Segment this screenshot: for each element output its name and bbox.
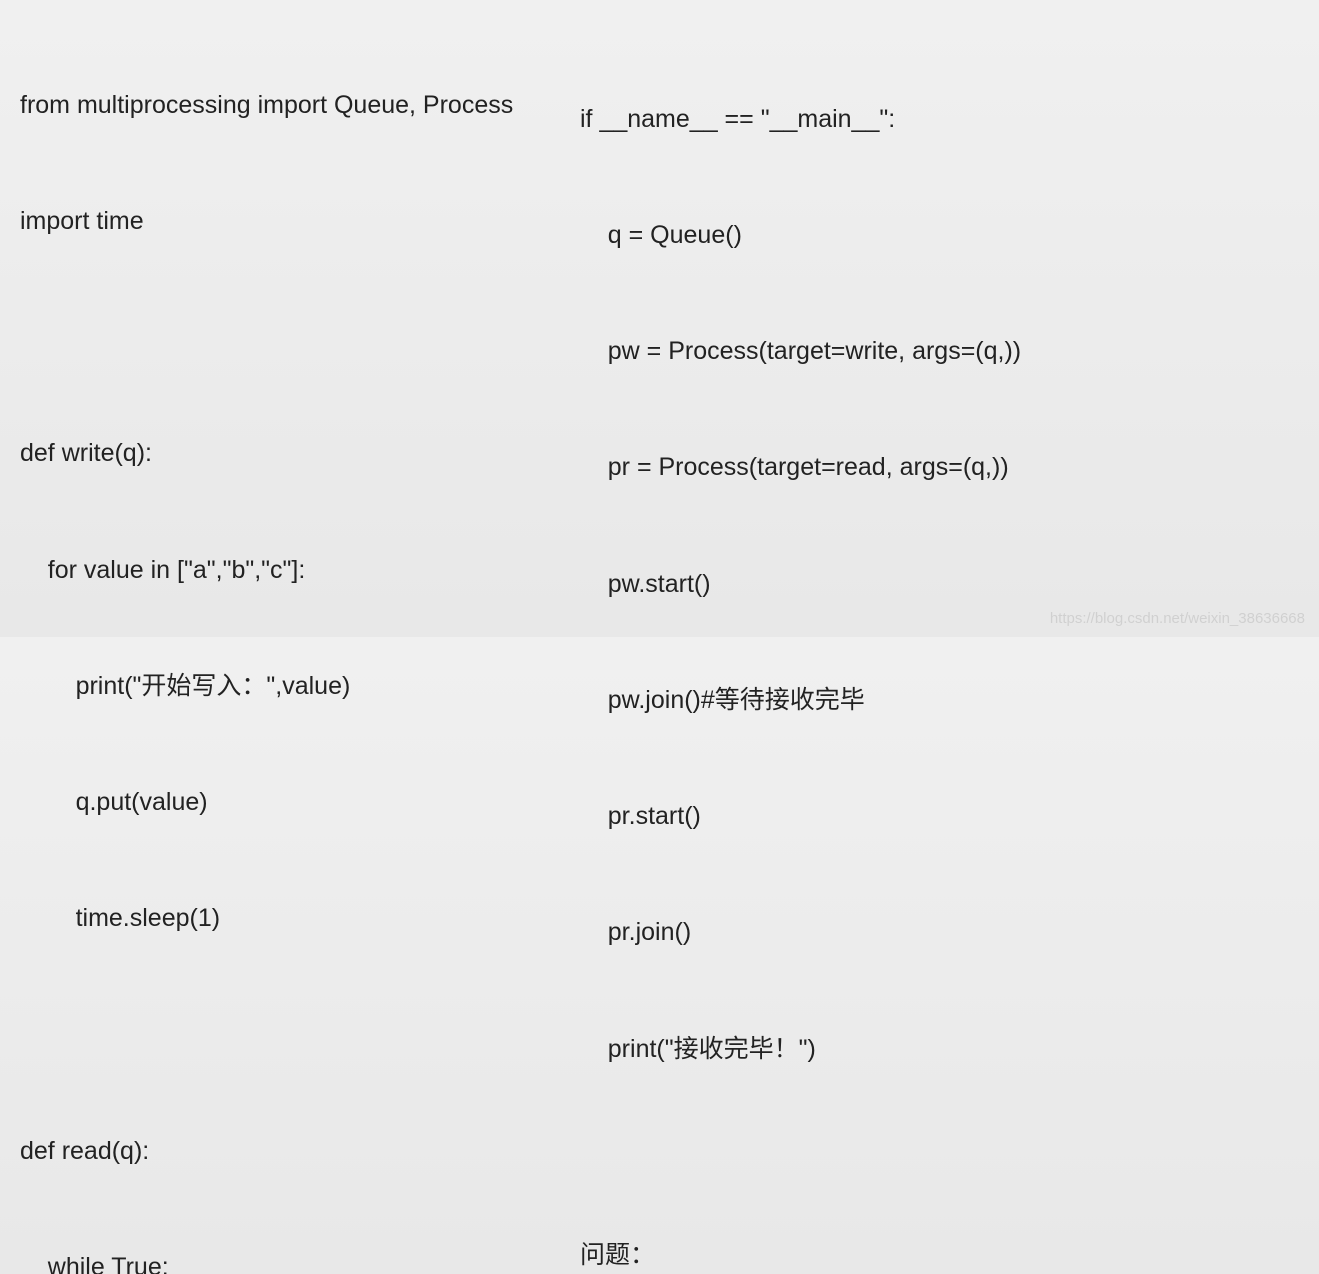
question-title: 问题： <box>580 1236 1300 1274</box>
code-line: pr.join() <box>580 913 1300 952</box>
code-line: def read(q): <box>20 1132 560 1171</box>
code-line: time.sleep(1) <box>20 899 560 938</box>
code-line: pr = Process(target=read, args=(q,)) <box>580 448 1300 487</box>
code-line: def write(q): <box>20 434 560 473</box>
code-line: pw = Process(target=write, args=(q,)) <box>580 332 1300 371</box>
code-line: pw.start() <box>580 565 1300 604</box>
code-line: print("接收完毕！") <box>580 1030 1300 1069</box>
left-code-column: from multiprocessing import Queue, Proce… <box>0 8 560 637</box>
code-line: pr.start() <box>580 797 1300 836</box>
code-line: q = Queue() <box>580 216 1300 255</box>
code-block-right: if __name__ == "__main__": q = Queue() p… <box>580 22 1300 1146</box>
code-line: while True: <box>20 1248 560 1274</box>
code-line: pw.join()#等待接收完毕 <box>580 681 1300 720</box>
code-line: print("开始写入：",value) <box>20 667 560 706</box>
code-line <box>20 318 560 357</box>
code-line: from multiprocessing import Queue, Proce… <box>20 86 560 125</box>
code-line: import time <box>20 202 560 241</box>
slide-container: from multiprocessing import Queue, Proce… <box>0 0 1319 637</box>
code-line <box>20 1016 560 1055</box>
question-block: 问题： 如果有两个接收方怎么办？（多任务之间配合） <box>580 1236 1300 1274</box>
code-block-left: from multiprocessing import Queue, Proce… <box>20 8 560 1274</box>
code-line: q.put(value) <box>20 783 560 822</box>
watermark: https://blog.csdn.net/weixin_38636668 <box>1050 610 1305 627</box>
right-code-column: if __name__ == "__main__": q = Queue() p… <box>560 8 1300 637</box>
code-line: if __name__ == "__main__": <box>580 100 1300 139</box>
code-line: for value in ["a","b","c"]: <box>20 551 560 590</box>
